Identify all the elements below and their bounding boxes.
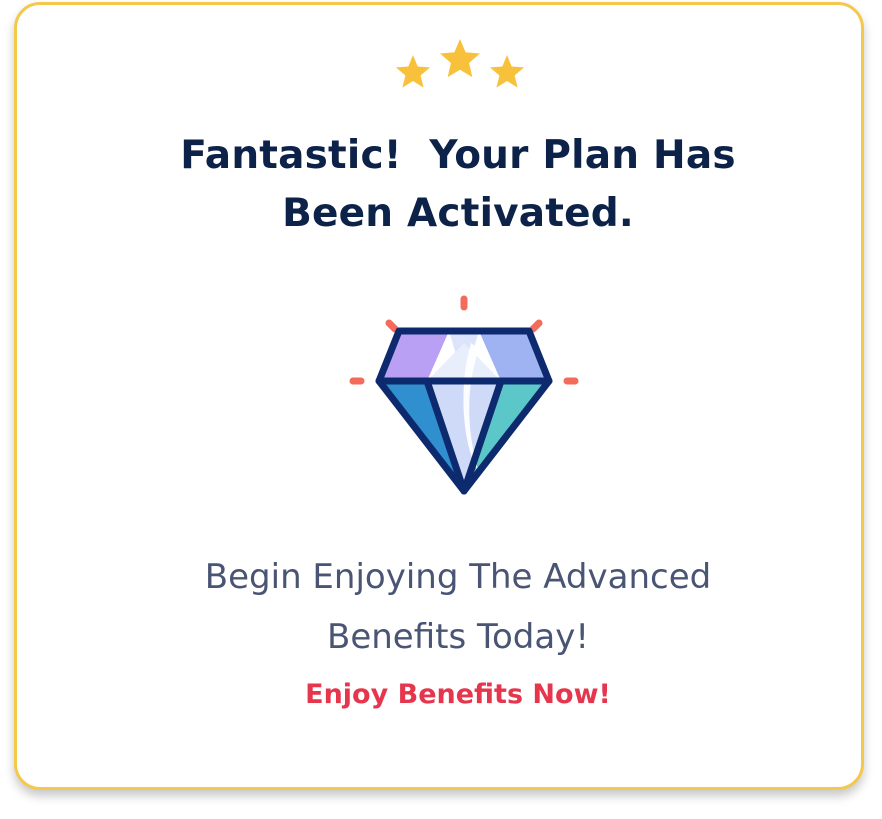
activation-card: Fantastic! Your Plan Has Been Activated. [14,2,864,790]
title-line-1: Fantastic! Your Plan Has [180,133,736,178]
page-title: Fantastic! Your Plan Has Been Activated. [117,127,799,243]
subtitle-line-2: Benefits Today! [327,617,589,657]
subtitle-line-1: Begin Enjoying The Advanced [204,557,712,597]
title-line-2: Been Activated. [282,191,634,236]
diamond-icon [349,295,579,495]
subtitle: Begin Enjoying The Advanced Benefits Tod… [97,547,819,667]
enjoy-benefits-link[interactable]: Enjoy Benefits Now! [197,675,719,715]
three-stars-icon [395,39,525,88]
